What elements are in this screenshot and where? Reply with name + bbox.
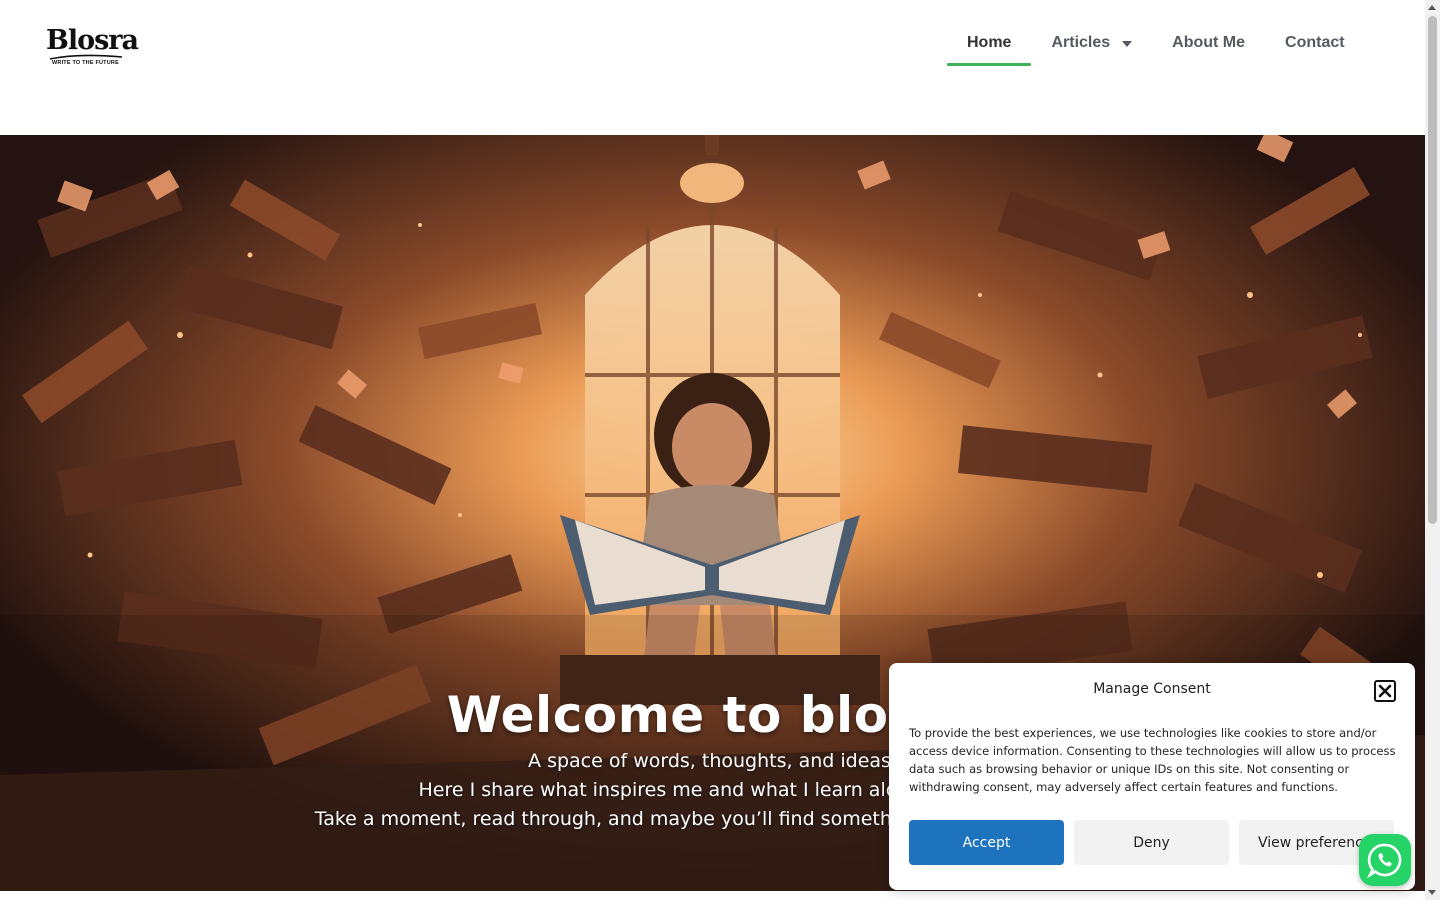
consent-body-text: To provide the best experiences, we use … (909, 726, 1396, 794)
site-header: Blosra WRITE TO THE FUTURE Home Articles… (0, 0, 1425, 135)
nav-item-label: Contact (1285, 34, 1345, 51)
nav-item-home[interactable]: Home (947, 20, 1032, 66)
page-scrollbar[interactable] (1425, 0, 1440, 900)
scrollbar-thumb[interactable] (1428, 16, 1437, 524)
nav-item-about-me[interactable]: About Me (1152, 20, 1265, 66)
scroll-up-arrow-icon[interactable] (1428, 5, 1436, 10)
site-logo[interactable]: Blosra WRITE TO THE FUTURE (46, 26, 139, 70)
main-nav: Home Articles About Me Contact (947, 20, 1365, 66)
close-icon[interactable] (1374, 680, 1396, 702)
scroll-down-arrow-icon[interactable] (1428, 890, 1436, 895)
nav-item-articles[interactable]: Articles (1031, 20, 1152, 66)
consent-button-row: Accept Deny View preferences (909, 820, 1394, 865)
whatsapp-chat-button[interactable] (1359, 834, 1411, 886)
whatsapp-icon (1367, 843, 1402, 878)
consent-title: Manage Consent (1093, 681, 1211, 697)
logo-wordmark: Blosra (46, 25, 139, 56)
accept-button[interactable]: Accept (909, 820, 1064, 865)
nav-item-contact[interactable]: Contact (1265, 20, 1365, 66)
deny-button[interactable]: Deny (1074, 820, 1229, 865)
cookie-consent-dialog: Manage Consent To provide the best exper… (889, 663, 1415, 890)
nav-item-label: Home (967, 34, 1012, 51)
nav-item-label: Articles (1051, 34, 1111, 51)
nav-item-label: About Me (1172, 34, 1246, 51)
caret-down-icon[interactable] (1122, 41, 1133, 47)
logo-tagline: WRITE TO THE FUTURE (52, 60, 119, 66)
